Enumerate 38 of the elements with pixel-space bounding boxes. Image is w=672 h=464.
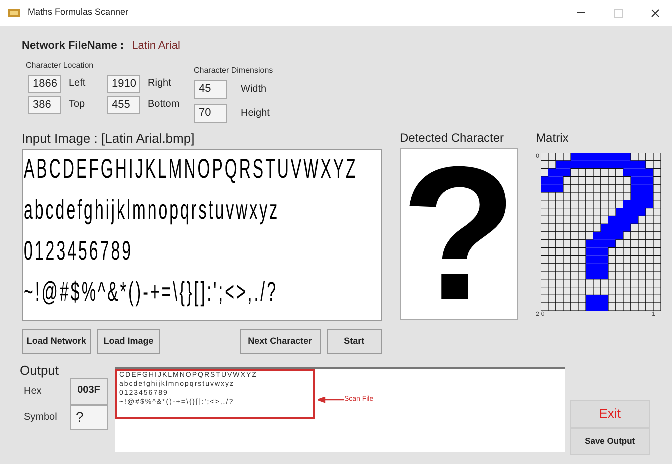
group-title: Character Location bbox=[26, 60, 95, 72]
field-label: Width bbox=[241, 82, 268, 96]
number-field[interactable]: 45 bbox=[194, 80, 227, 98]
section-title: Input Image : [Latin Arial.bmp] bbox=[22, 130, 196, 148]
section-title: Output bbox=[20, 364, 60, 378]
image-text-line: 0123456789 bbox=[24, 236, 133, 269]
network-filename: Latin Arial bbox=[132, 39, 180, 54]
field-label: Bottom bbox=[148, 98, 178, 112]
app-icon bbox=[8, 8, 20, 18]
field-label: Hex bbox=[24, 385, 43, 399]
image-text-line: ~!@#$%^&*()-+=\{}[]:';<>,./? bbox=[24, 278, 278, 310]
field-label: Symbol bbox=[24, 411, 58, 425]
section-title: Detected Character bbox=[400, 130, 506, 146]
image-text-line: abcdefghijklmnopqrstuvwxyz bbox=[24, 196, 280, 228]
action-button[interactable]: Next Character bbox=[240, 329, 321, 354]
hex-field[interactable]: 003F bbox=[70, 378, 108, 405]
window-title: Maths Formulas Scanner bbox=[28, 6, 129, 20]
field-label: Left bbox=[69, 77, 87, 91]
number-field[interactable]: 1910 bbox=[107, 74, 140, 92]
action-button[interactable]: Load Network bbox=[22, 329, 92, 354]
image-text-line: ABCDEFGHIJKLMNOPQRSTUVWXYZ bbox=[24, 154, 358, 187]
field-label: Right bbox=[148, 77, 172, 91]
network-label: Network FileName : bbox=[22, 39, 124, 54]
number-field[interactable]: 455 bbox=[107, 96, 140, 114]
action-button[interactable]: Load Image bbox=[97, 329, 160, 354]
number-field[interactable]: 386 bbox=[28, 96, 61, 114]
group-title: Character Dimensions bbox=[194, 64, 274, 76]
section-title: Matrix bbox=[536, 130, 570, 146]
symbol-field[interactable]: ? bbox=[70, 405, 108, 430]
number-field[interactable]: 1866 bbox=[28, 74, 61, 92]
arrow-icon bbox=[318, 397, 344, 404]
action-button[interactable]: Start bbox=[326, 329, 382, 354]
close-icon[interactable] bbox=[651, 8, 660, 18]
detected-glyph: ? bbox=[401, 148, 518, 318]
save-output-button[interactable]: Save Output bbox=[570, 428, 650, 455]
number-field[interactable]: 70 bbox=[194, 104, 227, 122]
field-label: Height bbox=[241, 106, 270, 120]
field-label: Top bbox=[69, 98, 86, 112]
